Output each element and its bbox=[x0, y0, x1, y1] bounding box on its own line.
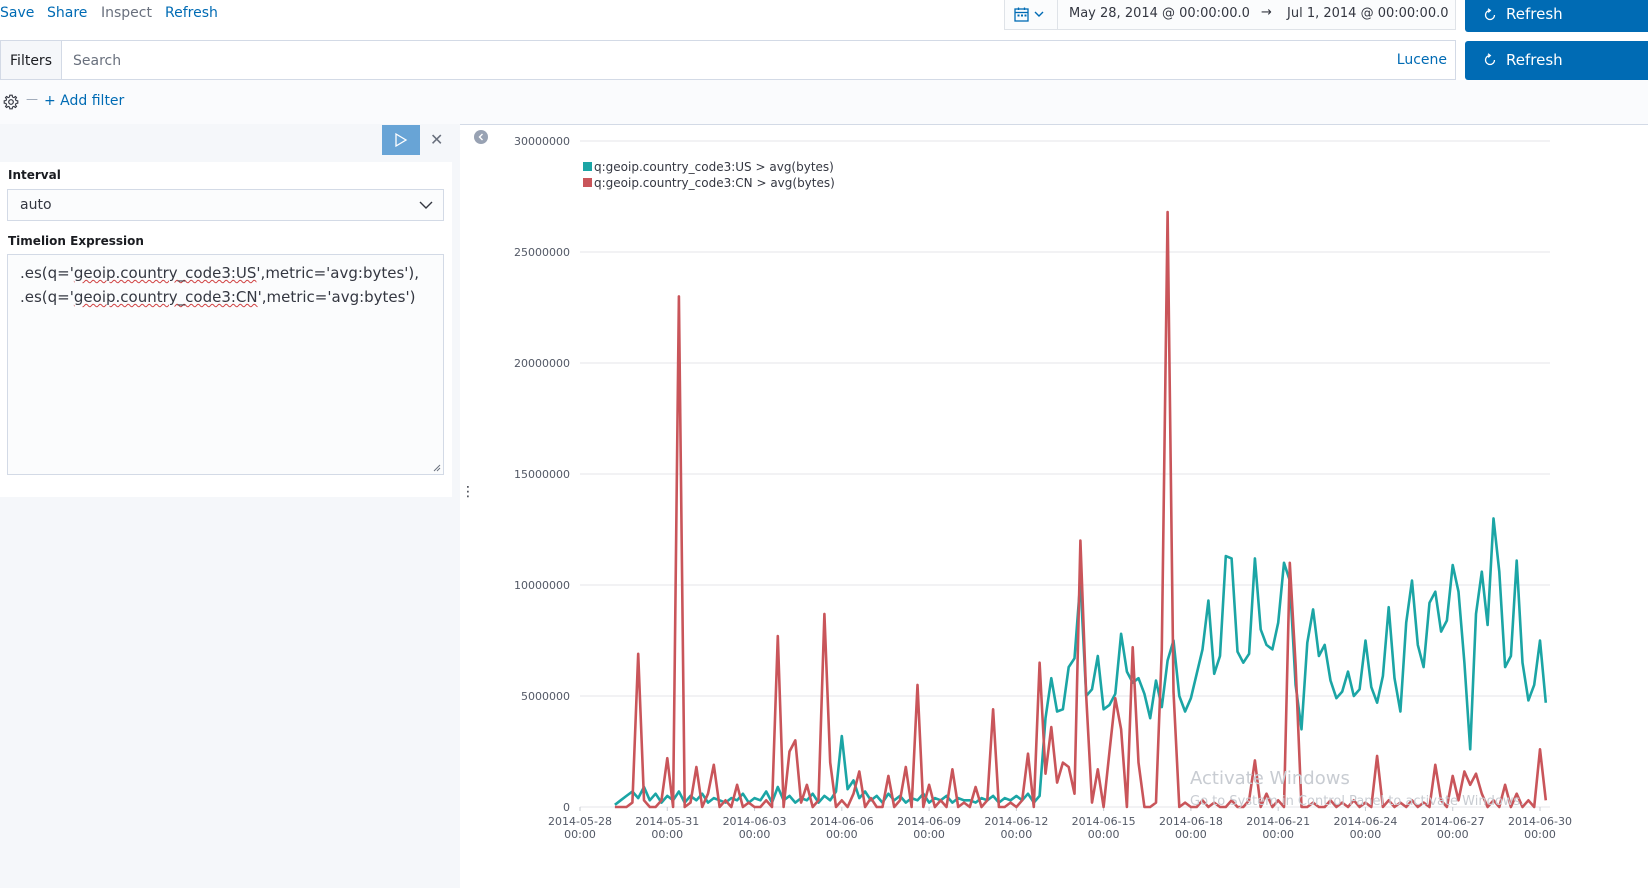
query-refresh-button[interactable]: Refresh bbox=[1465, 41, 1648, 80]
x-tick-label: 00:00 bbox=[651, 828, 683, 841]
y-tick-label: 10000000 bbox=[514, 579, 570, 592]
expr-text: ',metric='avg:bytes'), bbox=[256, 264, 420, 282]
x-tick-label: 2014-06-15 bbox=[1072, 815, 1136, 828]
refresh-link[interactable]: Refresh bbox=[165, 5, 218, 21]
arrow-right-icon: → bbox=[1261, 5, 1272, 20]
date-picker: May 28, 2014 @ 00:00:00.0 → Jul 1, 2014 … bbox=[1004, 0, 1456, 30]
x-tick-label: 00:00 bbox=[1262, 828, 1294, 841]
filter-bar: — + Add filter bbox=[0, 80, 1648, 125]
watermark-title: Activate Windows bbox=[1190, 768, 1350, 789]
refresh-icon bbox=[1484, 8, 1496, 21]
x-tick-label: 2014-06-12 bbox=[984, 815, 1048, 828]
inspect-link[interactable]: Inspect bbox=[101, 5, 152, 21]
x-tick-label: 2014-06-06 bbox=[810, 815, 874, 828]
editor-form: Interval auto Timelion Expression .es(q=… bbox=[0, 162, 452, 497]
legend-label: q:geoip.country_code3:CN > avg(bytes) bbox=[594, 176, 835, 190]
filter-separator: — bbox=[26, 92, 38, 106]
top-nav: Save Share Inspect Refresh May 28, 2014 … bbox=[0, 0, 1648, 40]
end-date[interactable]: Jul 1, 2014 @ 00:00:00.0 bbox=[1287, 6, 1449, 21]
filters-tab[interactable]: Filters bbox=[1, 41, 62, 79]
expression-label: Timelion Expression bbox=[8, 234, 144, 248]
y-tick-label: 15000000 bbox=[514, 468, 570, 481]
x-tick-label: 2014-06-24 bbox=[1333, 815, 1397, 828]
expr-text: .es(q=' bbox=[20, 264, 74, 282]
top-refresh-button[interactable]: Refresh bbox=[1465, 0, 1648, 32]
legend-swatch bbox=[583, 178, 592, 187]
search-input[interactable] bbox=[71, 49, 1375, 73]
y-tick-label: 0 bbox=[563, 801, 570, 814]
y-tick-label: 20000000 bbox=[514, 357, 570, 370]
start-date[interactable]: May 28, 2014 @ 00:00:00.0 bbox=[1069, 6, 1250, 21]
x-tick-label: 2014-05-28 bbox=[548, 815, 612, 828]
collapse-panel-button[interactable] bbox=[474, 130, 488, 144]
x-tick-label: 00:00 bbox=[913, 828, 945, 841]
editor-toolbar: ✕ bbox=[0, 124, 452, 162]
x-tick-label: 2014-06-27 bbox=[1421, 815, 1485, 828]
resize-handle-icon[interactable] bbox=[433, 464, 441, 472]
expression-textarea[interactable]: .es(q='geoip.country_code3:US',metric='a… bbox=[7, 254, 444, 475]
chevron-down-icon bbox=[419, 201, 433, 209]
play-icon bbox=[395, 133, 408, 147]
expr-query: geoip.country_code3:CN bbox=[73, 288, 258, 306]
x-tick-label: 00:00 bbox=[1175, 828, 1207, 841]
x-tick-label: 00:00 bbox=[739, 828, 771, 841]
x-tick-label: 2014-06-03 bbox=[723, 815, 787, 828]
expr-query: geoip.country_code3:US bbox=[73, 264, 257, 282]
y-tick-label: 5000000 bbox=[521, 690, 570, 703]
calendar-icon bbox=[1014, 7, 1044, 22]
series-line-cn bbox=[614, 210, 1548, 809]
x-tick-label: 2014-06-30 bbox=[1508, 815, 1572, 828]
legend-swatch bbox=[583, 162, 592, 171]
x-tick-label: 2014-06-21 bbox=[1246, 815, 1310, 828]
x-tick-label: 00:00 bbox=[1524, 828, 1556, 841]
expr-text: ',metric='avg:bytes') bbox=[257, 288, 416, 306]
chevron-left-icon bbox=[478, 133, 483, 141]
add-filter-button[interactable]: + Add filter bbox=[44, 93, 124, 109]
expression-panel: ✕ Interval auto Timelion Expression .es(… bbox=[0, 124, 460, 888]
refresh-label: Refresh bbox=[1506, 5, 1563, 23]
chart-svg: 0 5000000 10000000 15000000 20000000 25000000… bbox=[514, 135, 1572, 841]
expr-text: .es(q=' bbox=[20, 288, 74, 306]
y-tick-label: 30000000 bbox=[514, 135, 570, 148]
watermark-subtitle: Go to System in Control Panel to activat… bbox=[1190, 794, 1525, 809]
interval-select[interactable]: auto bbox=[7, 189, 444, 221]
interval-value: auto bbox=[20, 197, 52, 213]
save-link[interactable]: Save bbox=[0, 5, 34, 21]
quick-menu-button[interactable] bbox=[1005, 0, 1058, 29]
expression-line-1: .es(q='geoip.country_code3:US',metric='a… bbox=[20, 261, 431, 285]
legend-label: q:geoip.country_code3:US > avg(bytes) bbox=[594, 160, 834, 174]
timelion-chart: 0 5000000 10000000 15000000 20000000 25000000… bbox=[495, 124, 1648, 888]
refresh-label: Refresh bbox=[1506, 51, 1563, 69]
x-tick-label: 00:00 bbox=[1437, 828, 1469, 841]
y-tick-label: 25000000 bbox=[514, 246, 570, 259]
panel-resize-handle[interactable]: ⋮ bbox=[461, 484, 475, 500]
refresh-icon bbox=[1484, 53, 1496, 66]
interval-label: Interval bbox=[8, 168, 61, 182]
run-button[interactable] bbox=[382, 125, 420, 155]
expression-line-2: .es(q='geoip.country_code3:CN',metric='a… bbox=[20, 285, 431, 309]
gear-icon[interactable] bbox=[3, 94, 19, 110]
x-tick-label: 00:00 bbox=[564, 828, 596, 841]
query-bar: Filters Lucene bbox=[0, 40, 1456, 80]
x-tick-label: 2014-06-09 bbox=[897, 815, 961, 828]
close-icon[interactable]: ✕ bbox=[430, 130, 443, 149]
share-link[interactable]: Share bbox=[47, 5, 87, 21]
x-tick-label: 00:00 bbox=[1350, 828, 1382, 841]
language-switcher[interactable]: Lucene bbox=[1397, 52, 1447, 68]
x-tick-label: 2014-05-31 bbox=[635, 815, 699, 828]
x-tick-label: 00:00 bbox=[1001, 828, 1033, 841]
x-tick-label: 00:00 bbox=[826, 828, 858, 841]
x-tick-label: 2014-06-18 bbox=[1159, 815, 1223, 828]
x-tick-label: 00:00 bbox=[1088, 828, 1120, 841]
